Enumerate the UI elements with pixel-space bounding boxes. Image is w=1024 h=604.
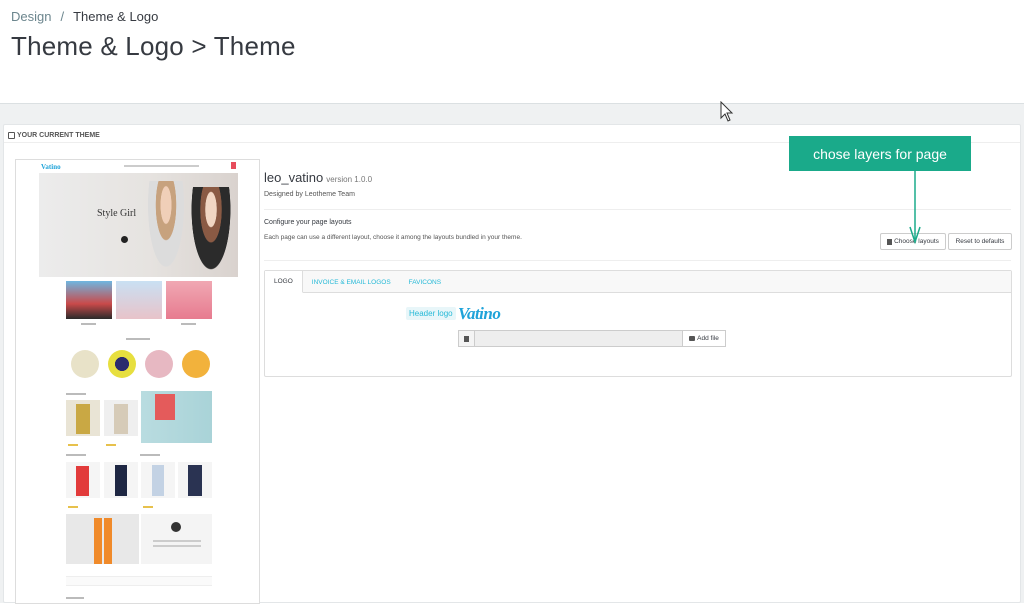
- tab-invoice-email-logos[interactable]: INVOICE & EMAIL LOGOS: [303, 271, 400, 293]
- preview-rating: [68, 444, 78, 446]
- folder-icon: [689, 336, 696, 341]
- preview-hero-title: Style Girl: [97, 208, 137, 219]
- configure-layouts-description: Each page can use a different layout, ch…: [264, 234, 522, 241]
- preview-rating: [143, 506, 153, 508]
- preview-text-line: [66, 454, 86, 456]
- add-file-label: Add file: [697, 335, 719, 342]
- preview-text-line: [66, 393, 86, 395]
- header-logo-label: Header logo: [406, 307, 456, 320]
- mouse-cursor-icon: [720, 101, 734, 122]
- preview-rating: [68, 506, 78, 508]
- preview-product-5: [141, 462, 175, 498]
- divider: [264, 260, 1011, 261]
- preview-product-3: [66, 462, 100, 498]
- logo-tabs: LOGO INVOICE & EMAIL LOGOS FAVICONS: [265, 271, 1011, 293]
- preview-nav: Vatino: [39, 160, 238, 173]
- header-logo-image: Vatino: [458, 304, 501, 323]
- preview-collection-3: [145, 350, 173, 378]
- tab-favicons[interactable]: FAVICONS: [400, 271, 450, 293]
- breadcrumb-current: Theme & Logo: [73, 9, 159, 24]
- preview-product-6: [178, 462, 212, 498]
- preview-product-2: [104, 400, 138, 436]
- preview-text-line: [81, 323, 96, 325]
- file-icon: [458, 330, 475, 347]
- preview-menu-bar: [124, 165, 199, 167]
- theme-author: Designed by Leotheme Team: [264, 191, 355, 198]
- preview-category-2: [116, 281, 162, 319]
- configure-layouts-title: Configure your page layouts: [264, 219, 352, 226]
- preview-collection-1: [71, 350, 99, 378]
- preview-category-3: [166, 281, 212, 319]
- breadcrumb-parent[interactable]: Design: [11, 9, 51, 24]
- theme-name-text: leo_vatino: [264, 170, 324, 185]
- preview-product-4: [104, 462, 138, 498]
- preview-text-line: [126, 338, 150, 340]
- preview-product-1: [66, 400, 100, 436]
- preview-rating: [106, 444, 116, 446]
- preview-brands-row: [66, 576, 212, 586]
- preview-testimonial-image: [66, 514, 139, 564]
- preview-category-1: [66, 281, 112, 319]
- logo-file-input[interactable]: [475, 330, 682, 347]
- reset-to-defaults-button[interactable]: Reset to defaults: [948, 233, 1012, 250]
- preview-logo: Vatino: [41, 162, 61, 171]
- preview-collection-2: [108, 350, 136, 378]
- theme-version: version 1.0.0: [326, 175, 373, 184]
- theme-name: leo_vatino version 1.0.0: [264, 170, 372, 185]
- preview-hero-banner: Style Girl: [39, 173, 238, 277]
- preview-model-2: [189, 187, 233, 277]
- annotation-callout: chose layers for page: [789, 136, 971, 171]
- page-header: Design / Theme & Logo Theme & Logo > Theme: [0, 0, 1024, 103]
- tab-logo[interactable]: LOGO: [265, 271, 303, 293]
- current-theme-panel: YOUR CURRENT THEME Vatino Style Girl leo…: [3, 124, 1021, 604]
- logo-settings-box: LOGO INVOICE & EMAIL LOGOS FAVICONS Head…: [264, 270, 1012, 377]
- preview-hero-button: [121, 236, 128, 243]
- divider: [264, 209, 1011, 210]
- preview-cart-icon: [231, 162, 236, 169]
- add-file-button[interactable]: Add file: [682, 330, 726, 347]
- reset-label: Reset to defaults: [955, 238, 1005, 245]
- preview-text-line: [66, 597, 84, 599]
- page-title: Theme & Logo > Theme: [11, 31, 296, 61]
- preview-text-line: [181, 323, 196, 325]
- preview-testimonial-text: [141, 514, 212, 564]
- preview-model-1: [145, 181, 187, 277]
- preview-text-line: [140, 454, 160, 456]
- theme-icon: [8, 132, 15, 139]
- theme-preview-image: Vatino Style Girl: [15, 159, 260, 604]
- panel-heading-text: YOUR CURRENT THEME: [17, 132, 100, 139]
- annotation-arrow: [909, 171, 921, 245]
- document-icon: [887, 238, 893, 245]
- breadcrumb: Design / Theme & Logo: [11, 9, 158, 24]
- breadcrumb-separator: /: [60, 9, 65, 24]
- logo-file-upload: Add file: [458, 330, 726, 347]
- preview-collection-4: [182, 350, 210, 378]
- preview-promo-banner: [141, 391, 212, 443]
